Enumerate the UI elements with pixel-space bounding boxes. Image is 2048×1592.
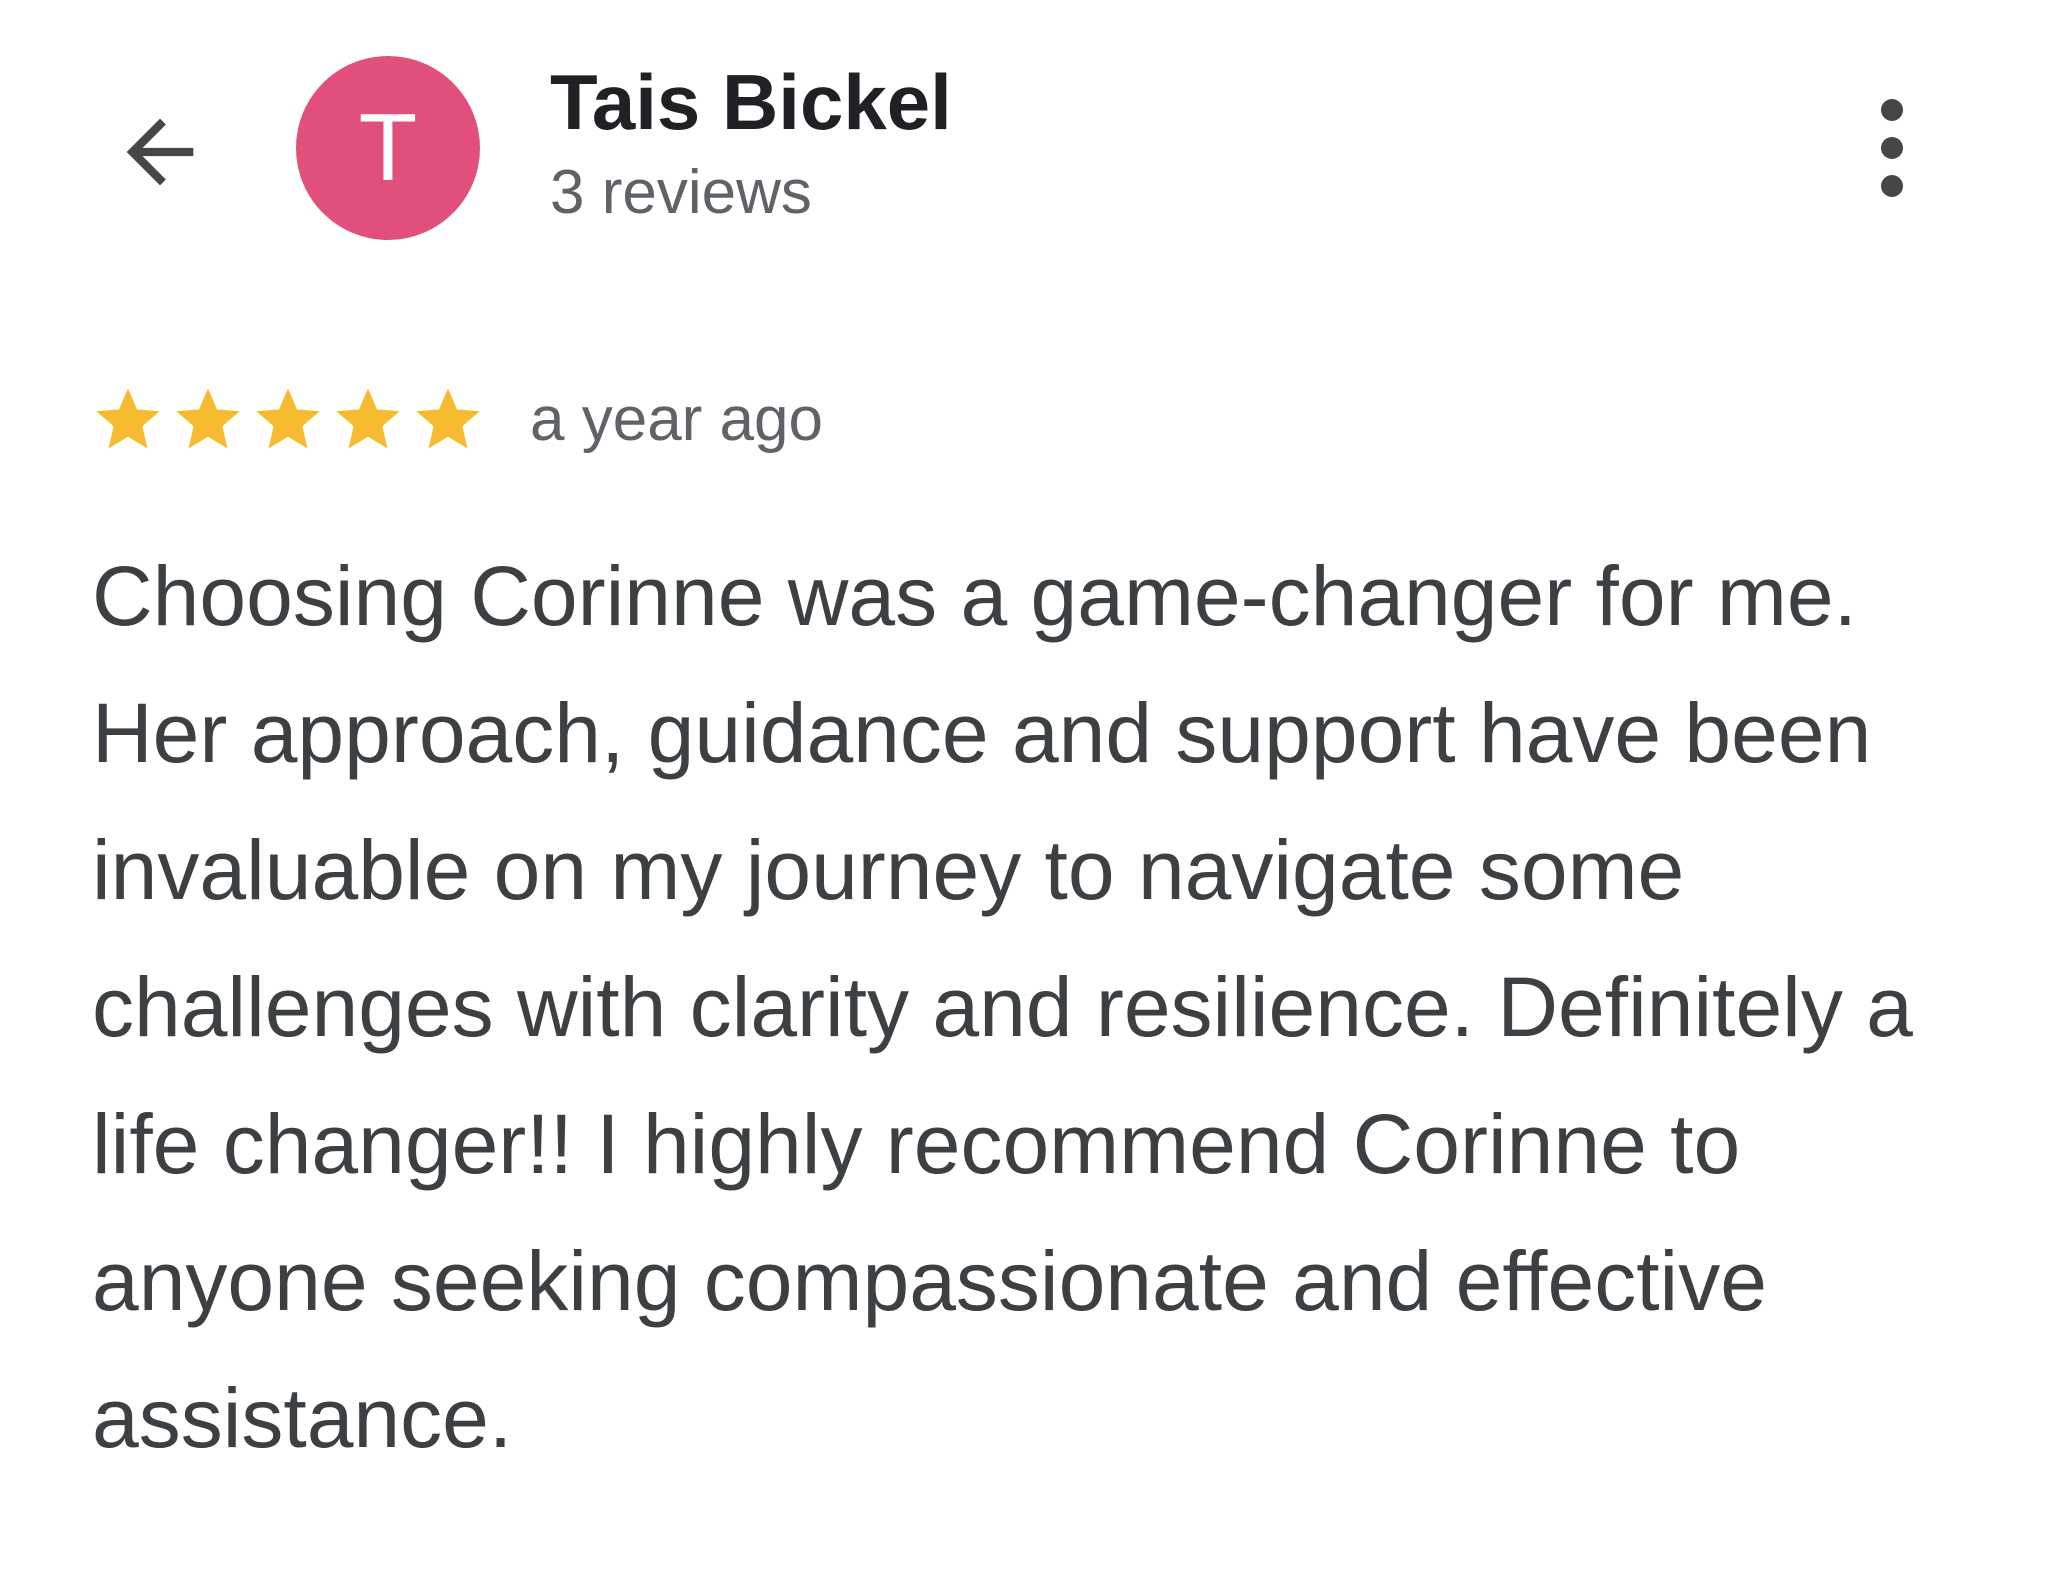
review-time: a year ago — [530, 385, 823, 454]
more-vertical-icon — [1881, 99, 1903, 197]
star-filled-icon — [336, 388, 400, 449]
arrow-left-icon — [126, 118, 194, 186]
star-filled-icon — [96, 388, 160, 449]
avatar-letter: T — [358, 94, 418, 201]
star-filled-icon — [256, 388, 320, 449]
review-count: 3 reviews — [550, 158, 812, 227]
back-button[interactable] — [104, 96, 216, 208]
more-options-button[interactable] — [1842, 86, 1942, 210]
star-rating — [90, 382, 486, 458]
review-rating-row: a year ago — [90, 372, 823, 468]
review-text: Choosing Corinne was a game-changer for … — [92, 549, 1913, 1465]
star-filled-icon — [176, 388, 240, 449]
avatar[interactable]: T — [296, 56, 480, 240]
star-filled-icon — [416, 388, 480, 449]
reviewer-name[interactable]: Tais Bickel — [550, 52, 952, 152]
